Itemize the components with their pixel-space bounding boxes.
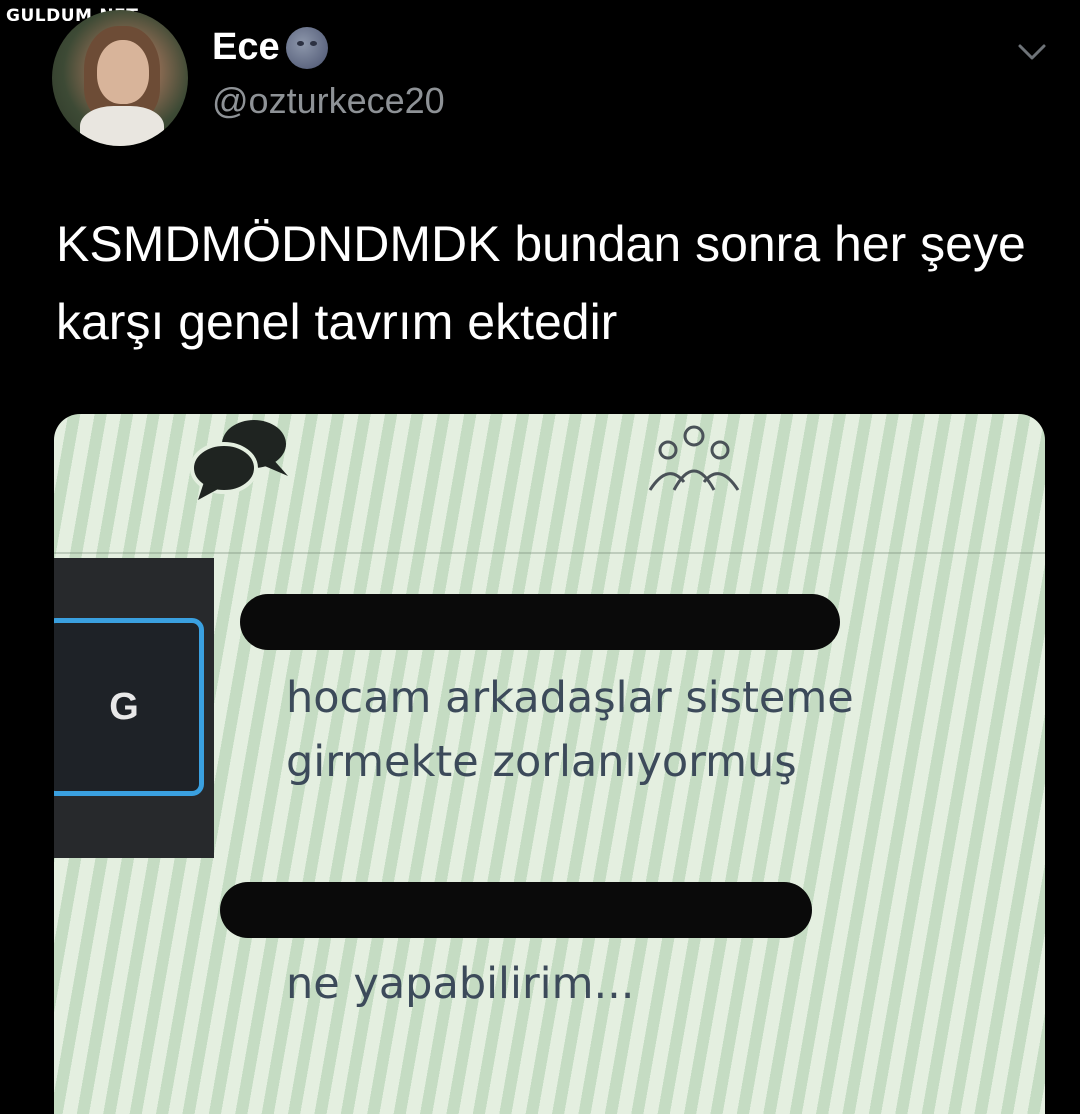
- new-moon-face-icon: [285, 26, 328, 69]
- chat-message: ne yapabilirim...: [286, 959, 635, 1009]
- redacted-name-bar: [240, 594, 840, 650]
- author-name-row[interactable]: Ece: [212, 26, 328, 69]
- avatar-face: [97, 40, 149, 104]
- avatar-shirt: [80, 106, 164, 146]
- tile-letter: G: [109, 685, 139, 728]
- author-name[interactable]: Ece: [212, 26, 280, 69]
- sidebar-panel: G: [54, 558, 214, 858]
- chevron-down-icon[interactable]: [1016, 36, 1048, 68]
- author-handle[interactable]: @ozturkece20: [212, 80, 445, 122]
- chat-message: hocam arkadaşlar sisteme girmekte zorlan…: [286, 673, 854, 787]
- chat-bubbles-icon: [190, 420, 288, 500]
- tweet-text: KSMDMÖDNDMDK bundan sonra her şeye karşı…: [56, 216, 1026, 350]
- avatar[interactable]: [52, 10, 188, 146]
- user-tile-g[interactable]: G: [54, 618, 204, 796]
- people-group-icon: [648, 425, 740, 491]
- tweet-media-image[interactable]: G hocam arkadaşlar sisteme girmekte zorl…: [54, 414, 1045, 1114]
- redacted-name-bar: [220, 882, 812, 938]
